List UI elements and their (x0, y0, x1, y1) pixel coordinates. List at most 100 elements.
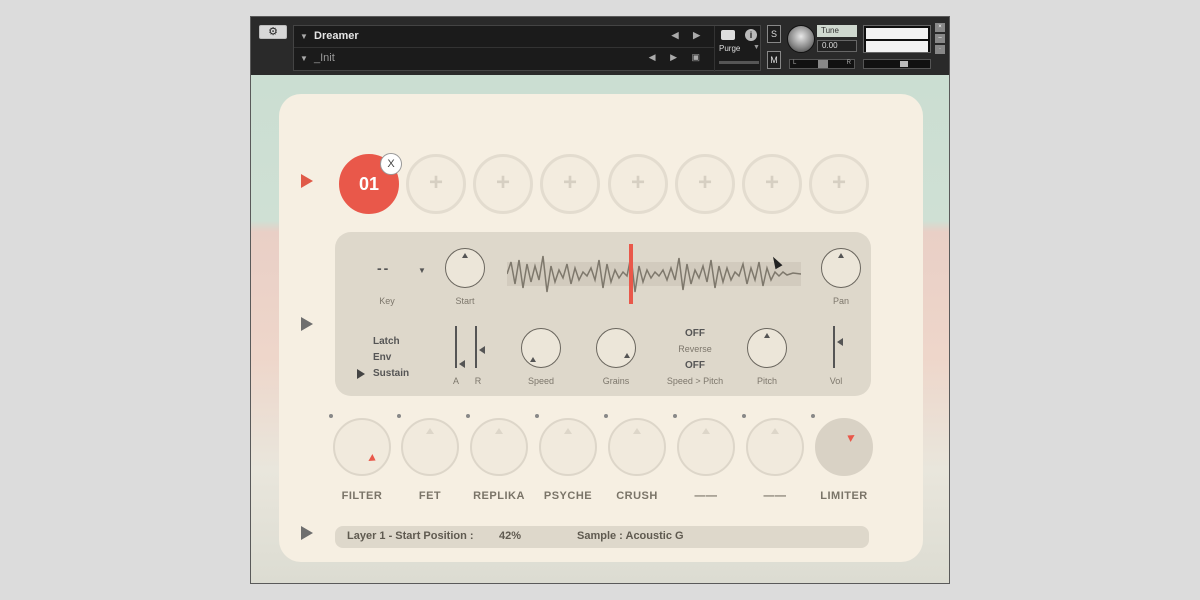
snapshot-name: _Init (314, 52, 335, 64)
reverse-label: Reverse (678, 344, 712, 354)
knob-pointer (623, 353, 630, 358)
attack-handle[interactable] (459, 360, 465, 368)
tune-value[interactable]: 0.00 (817, 40, 857, 52)
aux-icon[interactable]: · (935, 45, 945, 54)
fx-label-limiter: LIMITER (820, 490, 868, 502)
psyche-knob[interactable] (539, 418, 597, 476)
layers-play-icon[interactable] (301, 174, 313, 188)
speed-pitch-label: Speed > Pitch (666, 376, 724, 386)
attack-slider[interactable] (455, 326, 457, 368)
volume-fader-handle[interactable] (837, 338, 843, 346)
knob-pointer (462, 253, 468, 258)
key-label: Key (379, 296, 395, 306)
mode-env[interactable]: Env (373, 352, 391, 363)
minimize-icon[interactable]: – (935, 34, 945, 43)
camera-icon[interactable] (721, 30, 735, 40)
info-icon[interactable]: i (745, 29, 757, 41)
key-value[interactable]: -- (377, 260, 390, 276)
knob-pointer (633, 428, 641, 434)
fx-led (329, 414, 333, 418)
pitch-knob[interactable] (747, 328, 787, 368)
pan-handle[interactable] (818, 60, 828, 68)
volume-handle[interactable] (900, 61, 908, 67)
reverse-value[interactable]: OFF (655, 328, 735, 339)
tune-knob[interactable] (787, 25, 815, 53)
grains-knob[interactable] (596, 328, 636, 368)
status-param: Layer 1 - Start Position : (347, 530, 474, 542)
release-label: R (474, 376, 482, 386)
pan-knob[interactable] (821, 248, 861, 288)
fx-label-empty: —— (694, 490, 718, 502)
fx-led (673, 414, 677, 418)
start-knob[interactable] (445, 248, 485, 288)
waveform-display[interactable] (507, 242, 801, 306)
add-layer-button[interactable]: + (473, 154, 533, 214)
speed-pitch-value[interactable]: OFF (655, 360, 735, 371)
knob-pointer (845, 432, 856, 442)
fx-label-replika: REPLIKA (473, 490, 525, 502)
chevron-down-icon[interactable]: ▼ (300, 54, 308, 63)
add-layer-button[interactable]: + (608, 154, 668, 214)
fx-led (604, 414, 608, 418)
crush-knob[interactable] (608, 418, 666, 476)
fx-led (535, 414, 539, 418)
purge-menu[interactable]: Purge (719, 44, 740, 53)
chevron-down-icon[interactable]: ▼ (300, 32, 308, 41)
volume-slider[interactable] (863, 59, 931, 69)
chevron-down-icon[interactable]: ▼ (418, 266, 426, 275)
attack-label: A (452, 376, 459, 386)
knob-pointer (771, 428, 779, 434)
pan-slider[interactable]: L R (789, 59, 855, 69)
mode-sustain[interactable]: Sustain (373, 368, 409, 379)
prev-next-icon[interactable]: ◀ ▶ (672, 30, 706, 41)
chevron-down-icon[interactable]: ▼ (753, 44, 760, 51)
main-panel: 01 X + + + + + + + -- ▼ Key Start Pan La… (279, 94, 923, 562)
instrument-name-row[interactable]: ▼ Dreamer ◀ ▶ (294, 26, 714, 48)
knob-pointer (530, 357, 537, 362)
fx-label-psyche: PSYCHE (543, 490, 593, 502)
snapshot-row[interactable]: ▼ _Init ◀ ▶ ▣ (294, 48, 714, 70)
knob-pointer (702, 428, 710, 434)
fx-label-fet: FET (418, 490, 442, 502)
add-layer-button[interactable]: + (675, 154, 735, 214)
volume-fader[interactable] (833, 326, 835, 368)
empty-fx-knob[interactable] (746, 418, 804, 476)
waveform (507, 255, 801, 293)
wrench-icon[interactable]: ⚙ (259, 25, 287, 39)
add-layer-button[interactable]: + (406, 154, 466, 214)
status-bar: Layer 1 - Start Position : 42% Sample : … (335, 526, 869, 548)
status-play-icon[interactable] (301, 526, 313, 540)
knob-pointer (564, 428, 572, 434)
add-layer-button[interactable]: + (809, 154, 869, 214)
midi-meter (719, 61, 759, 64)
add-layer-button[interactable]: + (742, 154, 802, 214)
limiter-knob[interactable] (815, 418, 873, 476)
start-position-marker[interactable] (629, 244, 633, 304)
knob-pointer (495, 428, 503, 434)
empty-fx-knob[interactable] (677, 418, 735, 476)
instrument-name: Dreamer (314, 30, 359, 42)
mode-latch[interactable]: Latch (373, 336, 400, 347)
snapshot-prev-next-icon[interactable]: ◀ ▶ ▣ (649, 52, 706, 63)
close-icon[interactable]: × (935, 23, 945, 32)
start-label: Start (455, 296, 475, 306)
pan-right-label: R (846, 60, 851, 66)
fx-led (397, 414, 401, 418)
sample-play-icon[interactable] (301, 317, 313, 331)
speed-knob[interactable] (521, 328, 561, 368)
speed-label: Speed (527, 376, 555, 386)
plugin-window: ⚙ ▼ Dreamer ◀ ▶ ▼ _Init ◀ ▶ ▣ i Purge ▼ … (250, 16, 950, 584)
instrument-tools: i Purge ▼ (714, 26, 762, 72)
filter-knob[interactable] (333, 418, 391, 476)
mute-button[interactable]: M (767, 51, 781, 69)
add-layer-button[interactable]: + (540, 154, 600, 214)
solo-button[interactable]: S (767, 25, 781, 43)
status-sample: Sample : Acoustic G (577, 530, 684, 542)
status-value: 42% (499, 530, 522, 542)
selected-mode-icon (357, 369, 365, 379)
release-slider[interactable] (475, 326, 477, 368)
release-handle[interactable] (479, 346, 485, 354)
remove-layer-button[interactable]: X (380, 153, 402, 175)
replika-knob[interactable] (470, 418, 528, 476)
fet-knob[interactable] (401, 418, 459, 476)
